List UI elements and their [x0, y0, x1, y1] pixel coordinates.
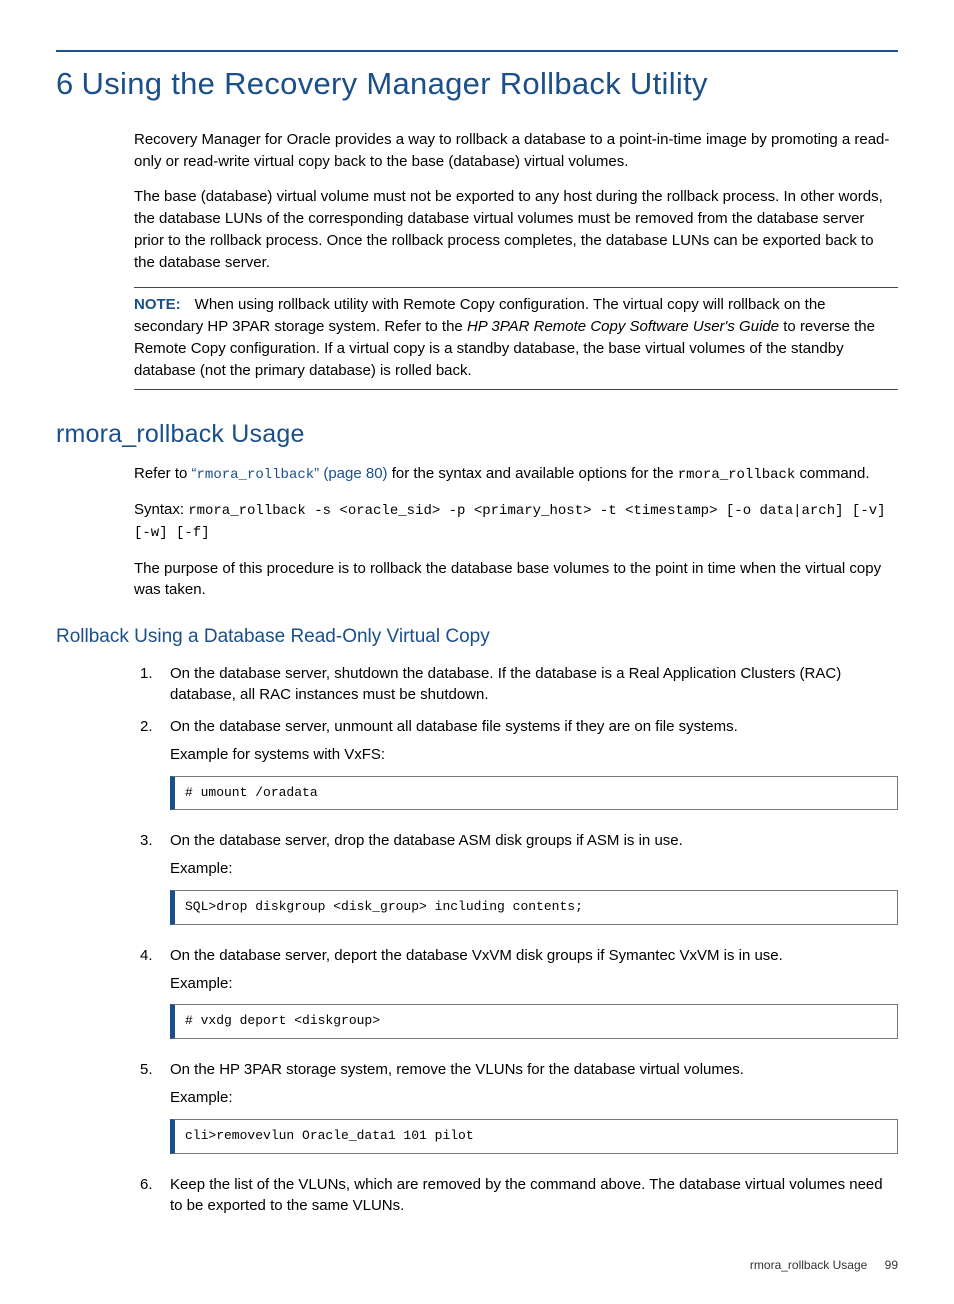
- chapter-title: 6Using the Recovery Manager Rollback Uti…: [56, 62, 898, 107]
- step-5: On the HP 3PAR storage system, remove th…: [134, 1059, 898, 1153]
- footer-page-number: 99: [885, 1258, 898, 1272]
- step-3: On the database server, drop the databas…: [134, 830, 898, 924]
- step-5-code: cli>removevlun Oracle_data1 101 pilot: [170, 1119, 898, 1154]
- step-4-text: On the database server, deport the datab…: [170, 947, 783, 964]
- step-3-code: SQL>drop diskgroup <disk_group> includin…: [170, 890, 898, 925]
- step-4: On the database server, deport the datab…: [134, 945, 898, 1039]
- step-3-sub: Example:: [170, 858, 898, 880]
- refer-c: command.: [795, 465, 869, 482]
- step-2-sub: Example for systems with VxFS:: [170, 744, 898, 766]
- purpose-paragraph: The purpose of this procedure is to roll…: [134, 558, 898, 602]
- syntax-paragraph: Syntax: rmora_rollback -s <oracle_sid> -…: [134, 499, 898, 544]
- refer-cmd: rmora_rollback: [678, 467, 796, 483]
- step-5-sub: Example:: [170, 1087, 898, 1109]
- step-6-text: Keep the list of the VLUNs, which are re…: [170, 1176, 883, 1215]
- link-rmora-rollback[interactable]: rmora_rollback: [197, 467, 315, 483]
- refer-quote-close[interactable]: ” (page 80): [314, 465, 387, 482]
- refer-paragraph: Refer to “rmora_rollback” (page 80) for …: [134, 463, 898, 485]
- chapter-title-text: Using the Recovery Manager Rollback Util…: [82, 66, 708, 101]
- syntax-label: Syntax:: [134, 501, 188, 518]
- section-rmora-rollback-usage: rmora_rollback Usage: [56, 416, 898, 452]
- page-footer: rmora_rollback Usage 99: [56, 1257, 898, 1274]
- step-2-text: On the database server, unmount all data…: [170, 718, 738, 735]
- step-6: Keep the list of the VLUNs, which are re…: [134, 1174, 898, 1218]
- chapter-number: 6: [56, 66, 74, 101]
- steps-list: On the database server, shutdown the dat…: [134, 663, 898, 1217]
- intro-paragraph-1: Recovery Manager for Oracle provides a w…: [134, 129, 898, 173]
- footer-section: rmora_rollback Usage: [750, 1258, 867, 1272]
- step-1: On the database server, shutdown the dat…: [134, 663, 898, 707]
- refer-a: Refer to: [134, 465, 192, 482]
- step-4-code: # vxdg deport <diskgroup>: [170, 1004, 898, 1039]
- note-label: NOTE:: [134, 296, 181, 313]
- step-5-text: On the HP 3PAR storage system, remove th…: [170, 1061, 744, 1078]
- intro-paragraph-2: The base (database) virtual volume must …: [134, 186, 898, 273]
- note-block: NOTE:When using rollback utility with Re…: [134, 287, 898, 390]
- step-2-code: # umount /oradata: [170, 776, 898, 811]
- step-3-text: On the database server, drop the databas…: [170, 832, 683, 849]
- refer-b: for the syntax and available options for…: [388, 465, 678, 482]
- step-4-sub: Example:: [170, 973, 898, 995]
- note-guide-title: HP 3PAR Remote Copy Software User's Guid…: [467, 318, 779, 335]
- step-1-text: On the database server, shutdown the dat…: [170, 665, 841, 704]
- step-2: On the database server, unmount all data…: [134, 716, 898, 810]
- section-rollback-readonly: Rollback Using a Database Read-Only Virt…: [56, 623, 898, 651]
- syntax-code: rmora_rollback -s <oracle_sid> -p <prima…: [134, 503, 886, 541]
